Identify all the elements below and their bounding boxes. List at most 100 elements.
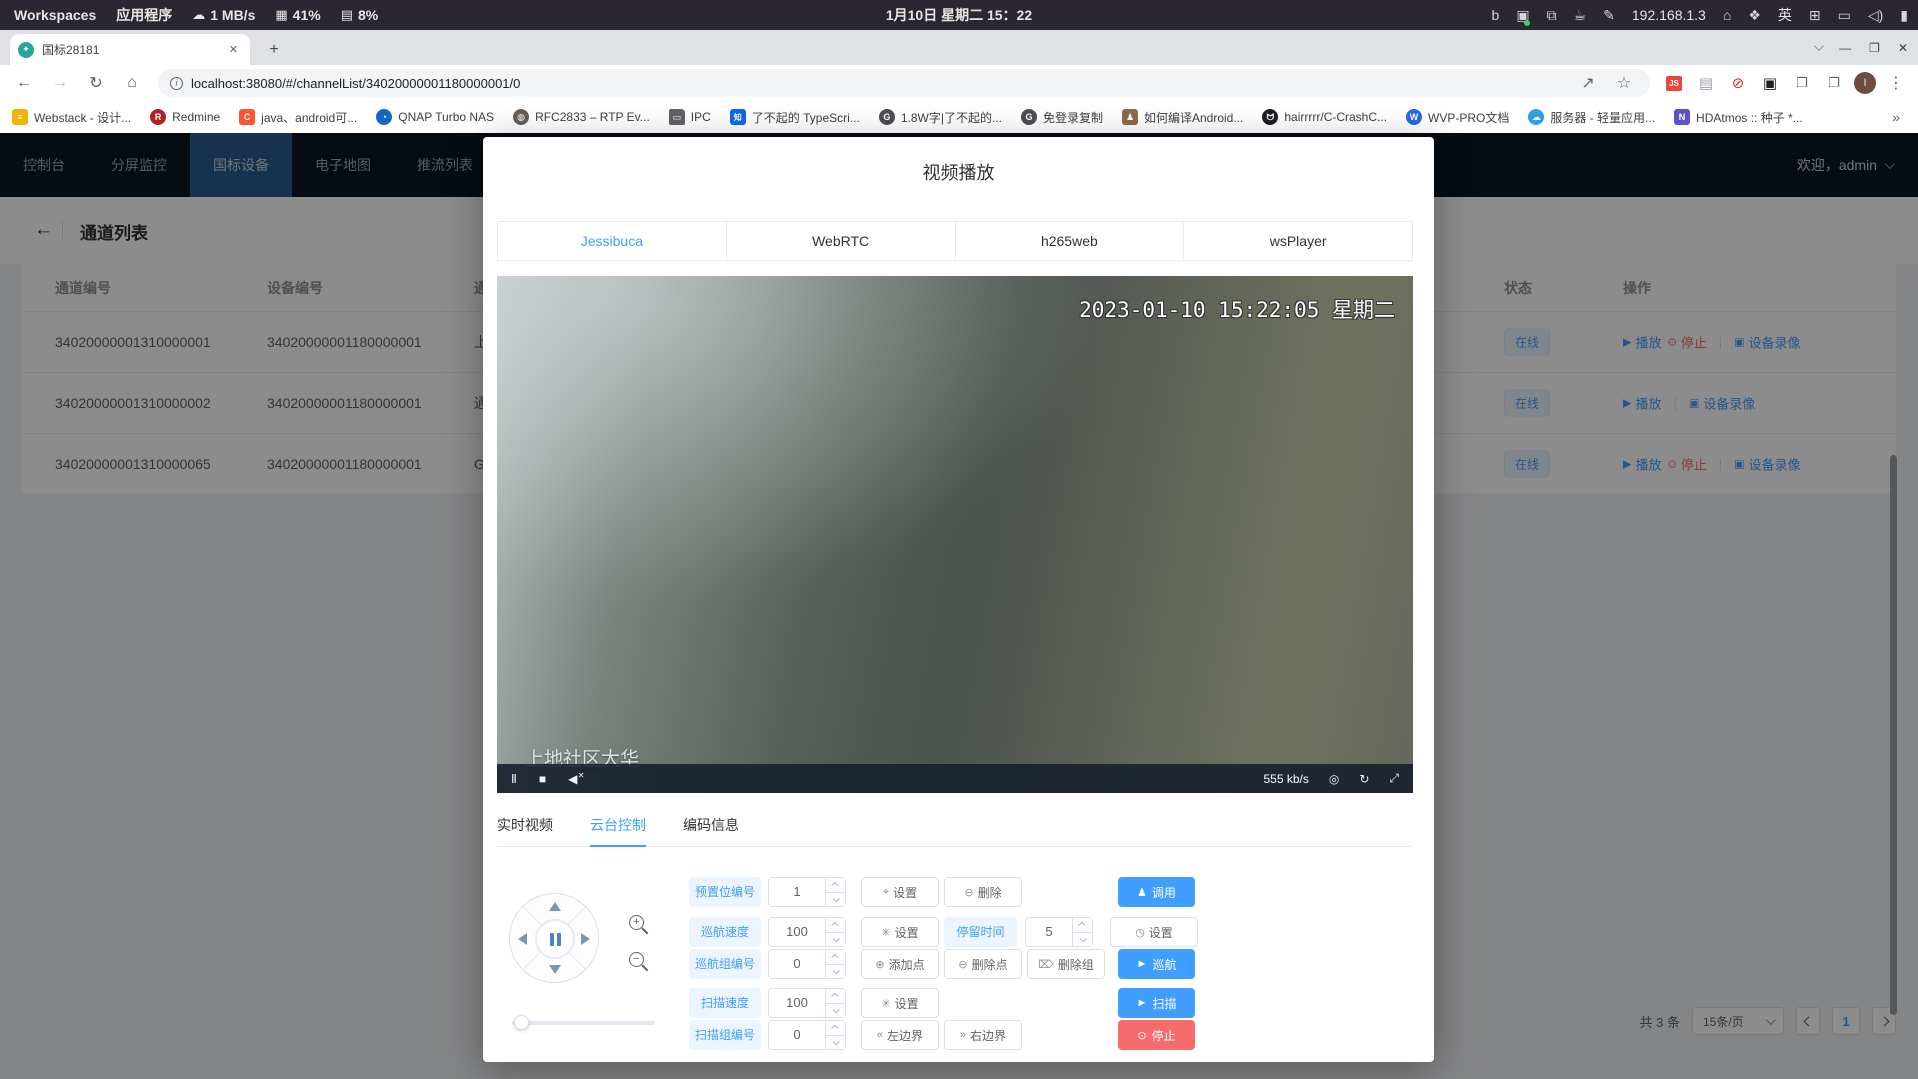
home-icon[interactable]: ⌂ xyxy=(118,69,146,97)
number-spinner[interactable] xyxy=(825,918,845,946)
cruise-delete-group-button[interactable]: ⌦删除组 xyxy=(1027,949,1105,979)
scan-left-boundary-button[interactable]: «左边界 xyxy=(861,1020,939,1050)
spinner-down-icon[interactable] xyxy=(833,895,840,902)
snapshot-button[interactable]: ◎ xyxy=(1329,772,1339,786)
url-text[interactable]: localhost:38080/#/channelList/3402000000… xyxy=(191,76,520,91)
bookmark-redmine[interactable]: RRedmine xyxy=(150,109,220,125)
ptz-speed-slider[interactable] xyxy=(512,1021,655,1025)
cruise-group-input[interactable]: 0 xyxy=(768,949,846,979)
stay-time-input[interactable]: 5 xyxy=(1025,917,1093,947)
spinner-up-icon[interactable] xyxy=(831,993,838,1000)
tab-webrtc[interactable]: WebRTC xyxy=(726,221,956,261)
preset-call-button[interactable]: ♟调用 xyxy=(1118,877,1195,907)
spinner-down-icon[interactable] xyxy=(833,1006,840,1013)
tab-live-video[interactable]: 实时视频 xyxy=(497,810,553,847)
bookmark-webstack[interactable]: ≡Webstack - 设计... xyxy=(12,109,131,126)
bookmark-csdn[interactable]: Cjava、android可... xyxy=(239,109,357,126)
number-spinner[interactable] xyxy=(825,950,845,978)
windows-tray-icon[interactable]: ❖ xyxy=(1748,7,1761,24)
address-bar[interactable]: i localhost:38080/#/channelList/34020000… xyxy=(158,69,1650,97)
ptz-down-arrow[interactable] xyxy=(549,965,561,974)
ptz-up-arrow[interactable] xyxy=(549,902,561,911)
caffeine-tray-icon[interactable]: ☕ xyxy=(1574,7,1587,24)
preset-set-button[interactable]: ⌖设置 xyxy=(861,877,939,907)
spinner-up-icon[interactable] xyxy=(831,1025,838,1032)
reload-stream-button[interactable]: ↻ xyxy=(1359,772,1369,786)
clipboard-tray-icon[interactable]: ⧉ xyxy=(1547,7,1557,24)
cruise-speed-input[interactable]: 100 xyxy=(768,917,846,947)
spinner-up-icon[interactable] xyxy=(831,882,838,889)
site-info-icon[interactable]: i xyxy=(170,77,183,90)
ptz-stop-button[interactable]: ⊙停止 xyxy=(1118,1020,1195,1050)
forward-icon[interactable]: → xyxy=(46,69,74,97)
share-icon[interactable]: ↗ xyxy=(1574,69,1602,97)
tab-close-icon[interactable]: ✕ xyxy=(225,41,242,58)
number-spinner[interactable] xyxy=(825,878,845,906)
screenshot-tray-icon[interactable]: ▣ xyxy=(1516,7,1529,24)
extension-bag-icon[interactable]: ▤ xyxy=(1694,71,1718,95)
zoom-in-button[interactable]: + xyxy=(629,915,651,937)
scan-right-boundary-button[interactable]: »右边界 xyxy=(944,1020,1022,1050)
fullscreen-button[interactable]: ⤢ xyxy=(1389,771,1399,786)
window-close-button[interactable]: ✕ xyxy=(1898,41,1908,55)
cruise-speed-set-button[interactable]: ✳设置 xyxy=(861,917,939,947)
spinner-down-icon[interactable] xyxy=(833,935,840,942)
bookmark-github[interactable]: ᗢhairrrrr/C-CrashC... xyxy=(1262,109,1387,125)
zoom-out-button[interactable]: − xyxy=(629,952,651,974)
clock[interactable]: 1月10日 星期二 15：22 xyxy=(886,5,1032,25)
bookmark-star-icon[interactable]: ☆ xyxy=(1610,69,1638,97)
bookmark-qnap[interactable]: ◔QNAP Turbo NAS xyxy=(376,109,494,125)
spinner-up-icon[interactable] xyxy=(831,954,838,961)
extension-blocker-icon[interactable]: ⊘ xyxy=(1726,71,1750,95)
display-tray-icon[interactable]: ▭ xyxy=(1838,7,1851,24)
scan-group-input[interactable]: 0 xyxy=(768,1020,846,1050)
reload-icon[interactable]: ↻ xyxy=(82,69,110,97)
bookmark-zhihu-ts[interactable]: 知了不起的 TypeScri... xyxy=(730,109,860,126)
preset-delete-button[interactable]: ⊖删除 xyxy=(944,877,1022,907)
volume-icon[interactable]: ◁) xyxy=(1868,7,1883,24)
browser-tab[interactable]: ✦ 国标28181 ✕ xyxy=(10,34,250,65)
spinner-down-icon[interactable] xyxy=(833,1038,840,1045)
scan-speed-set-button[interactable]: ✳设置 xyxy=(861,988,939,1018)
tab-wsplayer[interactable]: wsPlayer xyxy=(1183,221,1413,261)
home-tray-icon[interactable]: ⌂ xyxy=(1723,7,1731,23)
window-restore-button[interactable]: ❐ xyxy=(1869,41,1880,55)
profile-avatar[interactable]: I xyxy=(1854,72,1876,94)
video-player[interactable]: 2023-01-10 15:22:05 星期二 上地社区大华 Ⅱ ■ ◀✕ 55… xyxy=(497,276,1413,793)
tab-encoding-info[interactable]: 编码信息 xyxy=(683,810,739,847)
stay-time-set-button[interactable]: ◷设置 xyxy=(1110,917,1198,947)
extensions-puzzle-icon[interactable]: ❒ xyxy=(1790,71,1814,95)
bookmark-android-build[interactable]: ♟如何编译Android... xyxy=(1122,109,1243,126)
back-icon[interactable]: ← xyxy=(10,69,38,97)
number-spinner[interactable] xyxy=(825,989,845,1017)
extension-window-icon[interactable]: ❐ xyxy=(1822,71,1846,95)
number-spinner[interactable] xyxy=(825,1021,845,1049)
bookmark-article[interactable]: G1.8W字|了不起的... xyxy=(879,109,1002,126)
pause-button[interactable]: Ⅱ xyxy=(511,772,517,786)
tool-tray-icon[interactable]: ✎ xyxy=(1603,7,1615,24)
cast-tray-icon[interactable]: ⊞ xyxy=(1809,7,1821,24)
cruise-start-button[interactable]: ►巡航 xyxy=(1118,949,1195,979)
spinner-up-icon[interactable] xyxy=(831,922,838,929)
ptz-right-arrow[interactable] xyxy=(581,933,590,945)
ptz-direction-pad[interactable] xyxy=(509,893,599,983)
bookmark-wvp-docs[interactable]: WWVP-PRO文档 xyxy=(1406,109,1509,126)
input-method-indicator[interactable]: 英 xyxy=(1778,5,1792,25)
extension-frame-icon[interactable]: ▣ xyxy=(1758,71,1782,95)
window-minimize-button[interactable]: — xyxy=(1839,41,1851,55)
ip-address[interactable]: 192.168.1.3 xyxy=(1632,7,1706,23)
spinner-up-icon[interactable] xyxy=(1078,922,1085,929)
tab-search-icon[interactable] xyxy=(1814,41,1824,51)
bookmark-folder-ipc[interactable]: ▭IPC xyxy=(669,109,711,125)
preset-number-input[interactable]: 1 xyxy=(768,877,846,907)
spinner-down-icon[interactable] xyxy=(833,967,840,974)
bookmark-rfc2833[interactable]: ◍RFC2833 – RTP Ev... xyxy=(513,109,650,125)
stop-button[interactable]: ■ xyxy=(539,772,546,786)
slider-handle[interactable] xyxy=(514,1015,529,1030)
bookmark-cloud-server[interactable]: ☁服务器 - 轻量应用... xyxy=(1528,109,1655,126)
bookmark-copy-free[interactable]: G免登录复制 xyxy=(1021,109,1103,126)
browser-menu-icon[interactable]: ⋮ xyxy=(1884,71,1908,95)
cruise-delete-point-button[interactable]: ⊖删除点 xyxy=(944,949,1022,979)
tab-h265web[interactable]: h265web xyxy=(955,221,1185,261)
extension-js-icon[interactable]: JS xyxy=(1662,71,1686,95)
